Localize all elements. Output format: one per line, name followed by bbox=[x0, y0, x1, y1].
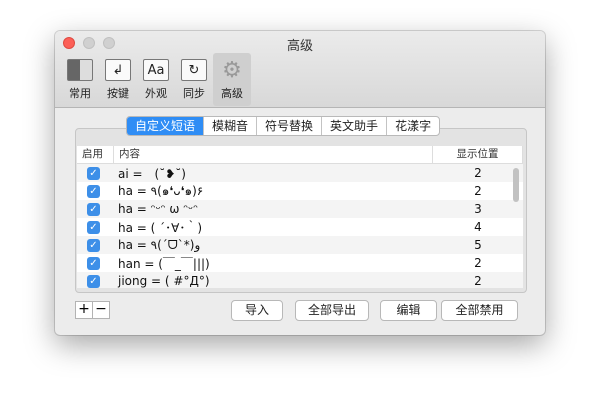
enabled-checkbox[interactable]: ✓ bbox=[87, 202, 100, 216]
toolbar-label: 按键 bbox=[107, 87, 129, 100]
tab-english-helper[interactable]: 英文助手 bbox=[321, 117, 386, 135]
toolbar-advanced[interactable]: ⚙ 高级 bbox=[213, 53, 251, 106]
enabled-checkbox[interactable]: ✓ bbox=[87, 256, 100, 270]
display-position: 3 bbox=[474, 202, 482, 216]
tab-fancy-text[interactable]: 花漾字 bbox=[386, 117, 439, 135]
general-icon bbox=[67, 59, 93, 81]
toolbar-appearance[interactable]: Aa 外观 bbox=[137, 53, 175, 106]
keys-icon: ↲ bbox=[105, 59, 131, 81]
sync-icon: ↻ bbox=[181, 59, 207, 81]
toolbar-label: 高级 bbox=[221, 87, 243, 100]
table-row[interactable]: ✓ ha = ٩(๑❛ᴗ❛๑)۶ 2 bbox=[77, 182, 523, 200]
display-position: 4 bbox=[474, 220, 482, 234]
toolbar-label: 同步 bbox=[183, 87, 205, 100]
display-position: 2 bbox=[474, 184, 482, 198]
scrollbar[interactable] bbox=[513, 168, 519, 202]
remove-button[interactable]: − bbox=[92, 302, 109, 318]
display-position: 5 bbox=[474, 238, 482, 252]
toolbar-label: 常用 bbox=[69, 87, 91, 100]
table-row[interactable]: ✓ ha = ᵔᵕᵔ ω ᵔᵕᵔ 3 bbox=[77, 200, 523, 218]
enabled-checkbox[interactable]: ✓ bbox=[87, 184, 100, 198]
enabled-checkbox[interactable]: ✓ bbox=[87, 220, 100, 234]
tab-symbol-replace[interactable]: 符号替换 bbox=[256, 117, 321, 135]
enabled-checkbox[interactable]: ✓ bbox=[87, 274, 100, 288]
disable-all-button[interactable]: 全部禁用 bbox=[441, 300, 518, 321]
tab-fuzzy-pinyin[interactable]: 模糊音 bbox=[203, 117, 256, 135]
table-row[interactable]: ✓ ha = ( ´･∀･｀) 4 bbox=[77, 218, 523, 236]
edit-button[interactable]: 编辑 bbox=[380, 300, 437, 321]
table-row[interactable]: ✓ han = (￣_￣|||) 2 bbox=[77, 254, 523, 272]
phrase-content: ha = ᵔᵕᵔ ω ᵔᵕᵔ bbox=[118, 202, 199, 216]
display-position: 2 bbox=[474, 166, 482, 180]
enabled-checkbox[interactable]: ✓ bbox=[87, 238, 100, 252]
phrase-content: han = (￣_￣|||) bbox=[118, 256, 210, 271]
appearance-icon: Aa bbox=[143, 59, 169, 81]
display-position: 2 bbox=[474, 274, 482, 288]
preferences-window: 高级 常用 ↲ 按键 Aa 外观 ↻ 同步 ⚙ 高级 自定义短语 模糊音 符号替换 英文… bbox=[55, 31, 545, 335]
header-content[interactable]: 内容 bbox=[114, 146, 433, 163]
import-button[interactable]: 导入 bbox=[231, 300, 283, 321]
window-title: 高级 bbox=[286, 39, 313, 54]
enabled-checkbox[interactable]: ✓ bbox=[87, 166, 100, 180]
toolbar-general[interactable]: 常用 bbox=[61, 53, 99, 106]
table-row[interactable]: ✓ jiong = ( #°Д°) 2 bbox=[77, 272, 523, 288]
tab-custom-phrases[interactable]: 自定义短语 bbox=[127, 117, 204, 135]
phrase-content: ha = ٩(๑❛ᴗ❛๑)۶ bbox=[118, 183, 204, 198]
phrase-content: jiong = ( #°Д°) bbox=[118, 274, 210, 288]
header-position[interactable]: 显示位置 bbox=[433, 146, 523, 163]
phrase-table: 启用 内容 显示位置 ✓ ai = (˘❥˘) 2 ✓ ha = ٩(๑❛ᴗ❛๑)۶ 2 ✓… bbox=[77, 146, 523, 288]
titlebar: 高级 常用 ↲ 按键 Aa 外观 ↻ 同步 ⚙ 高级 bbox=[55, 31, 545, 108]
phrase-content: ha = ٩(ˊᗜˋ*)و bbox=[118, 237, 201, 252]
toolbar-label: 外观 bbox=[145, 87, 167, 100]
tab-bar: 自定义短语 模糊音 符号替换 英文助手 花漾字 bbox=[126, 116, 441, 136]
phrase-content: ai = (˘❥˘) bbox=[118, 166, 186, 181]
phrase-content: ha = ( ´･∀･｀) bbox=[118, 220, 203, 235]
toolbar-keys[interactable]: ↲ 按键 bbox=[99, 53, 137, 106]
table-row[interactable]: ✓ ai = (˘❥˘) 2 bbox=[77, 164, 523, 182]
table-row[interactable]: ✓ ha = ٩(ˊᗜˋ*)و 5 bbox=[77, 236, 523, 254]
header-enabled[interactable]: 启用 bbox=[77, 146, 114, 163]
add-button[interactable]: + bbox=[76, 302, 92, 318]
display-position: 2 bbox=[474, 256, 482, 270]
toolbar-sync[interactable]: ↻ 同步 bbox=[175, 53, 213, 106]
gear-icon: ⚙ bbox=[222, 57, 242, 83]
export-all-button[interactable]: 全部导出 bbox=[295, 300, 369, 321]
